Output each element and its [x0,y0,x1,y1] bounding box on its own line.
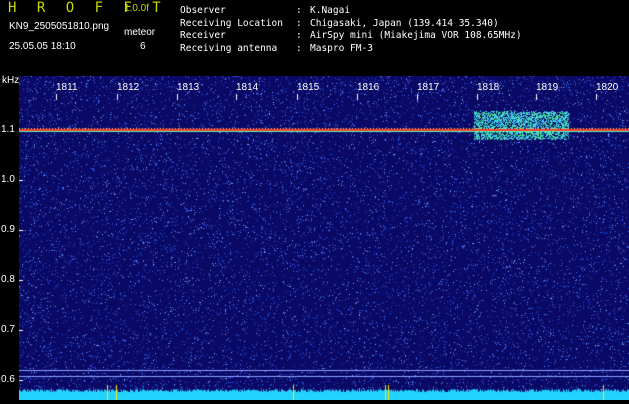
info-panel: Observer: K.Nagai Receiving Location: Chig… [180,4,522,54]
info-row-receiver: Receiver: AirSpy mini (Miakejima VOR 108.… [180,30,522,41]
x-tick-label: 1815 [297,82,320,93]
info-row-location: Receiving Location: Chigasaki, Japan (139… [180,17,499,29]
filename-label: KN9_2505051810.png [9,21,110,32]
x-tick-label: 1812 [117,82,140,93]
spectrogram-plot [19,76,629,400]
x-tick-label: 1811 [56,82,78,93]
y-tick-label: 0.9 [1,224,15,235]
x-tick-label: 1820 [596,82,619,93]
y-tick-label: 0.6 [1,374,15,385]
x-tick-label: 1814 [236,82,259,93]
info-row-observer: Observer: K.Nagai [180,5,351,16]
spectrogram-canvas [19,76,629,400]
y-tick-label: 0.8 [1,274,15,285]
version-label: 1.0.0f [124,3,150,14]
x-tick-label: 1818 [477,82,500,93]
header: H R O F F T 1.0.0f KN9_2505051810.png 25… [0,0,629,74]
x-tick-label: 1813 [177,82,200,93]
y-tick-label: 1.0 [1,174,15,185]
x-tick-label: 1816 [357,82,380,93]
y-tick-label: 0.7 [1,324,15,335]
y-axis-unit: kHz [2,75,20,86]
timestamp-label: 25.05.05 18:10 [9,41,76,52]
x-tick-label: 1819 [536,82,559,93]
info-row-antenna: Receiving antenna: Maspro FM-3 [180,42,373,54]
x-tick-label: 1817 [417,82,440,93]
meteor-count: 6 [140,41,146,52]
meteor-label: meteor [124,27,156,38]
y-tick-label: 1.1 [1,124,15,135]
